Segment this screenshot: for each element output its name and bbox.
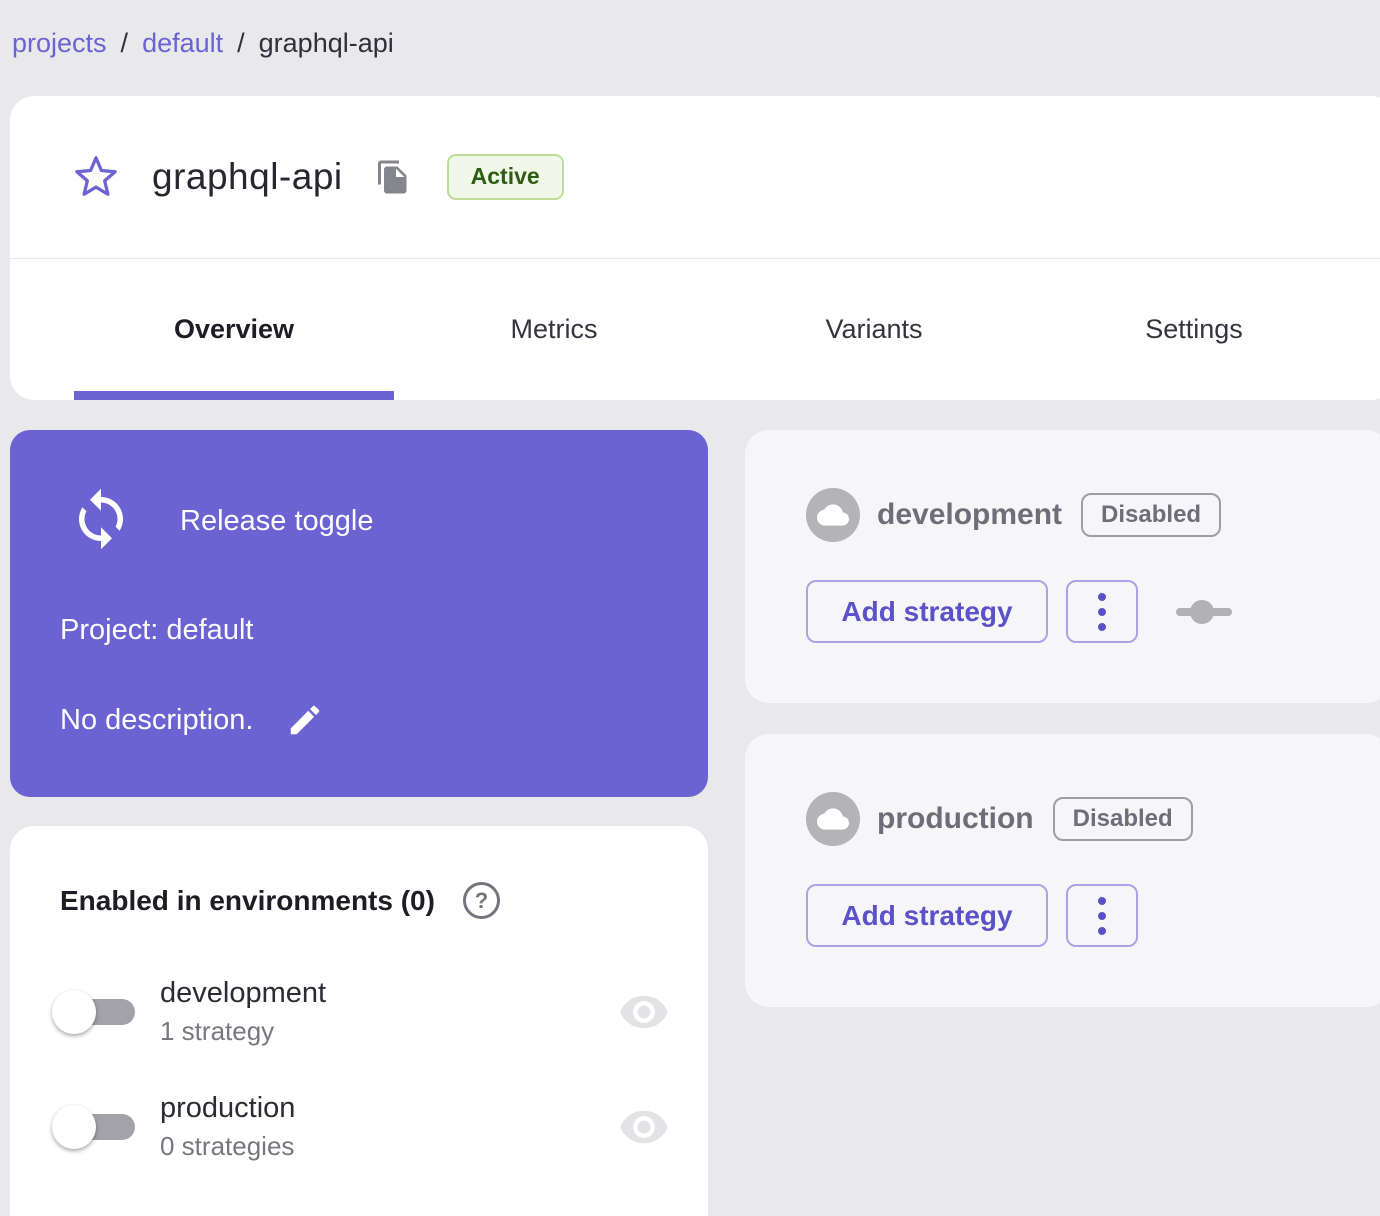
rollout-strategy-icon <box>1176 599 1232 625</box>
breadcrumb-separator: / <box>120 28 129 58</box>
kebab-dot <box>1098 622 1106 631</box>
kebab-menu-icon[interactable] <box>1066 884 1138 947</box>
status-badge: Active <box>446 154 564 200</box>
tab-label: Overview <box>173 314 295 344</box>
environment-name: development <box>877 498 1063 531</box>
environment-toggle-list: development 1 strategy production 0 stra… <box>52 974 670 1204</box>
feature-toggle-page: projects / default / graphql-api graphql… <box>0 0 1380 1216</box>
tab-metrics[interactable]: Metrics <box>394 259 714 400</box>
toggle-type-row: Release toggle <box>68 486 373 557</box>
environment-enable-toggle[interactable] <box>52 1103 138 1151</box>
visibility-eye-icon[interactable] <box>618 986 670 1038</box>
kebab-dot <box>1098 607 1106 616</box>
active-tab-indicator <box>74 391 394 400</box>
toggle-type-label: Release toggle <box>180 505 374 537</box>
panel-heading: Enabled in environments (0) <box>60 884 435 916</box>
environment-card-production: production Disabled Add strategy <box>745 734 1380 1007</box>
environment-labels: development 1 strategy <box>160 977 326 1047</box>
panel-heading-row: Enabled in environments (0) ? <box>60 882 500 919</box>
environment-toggle-row-development: development 1 strategy <box>52 974 670 1050</box>
release-toggle-loop-icon <box>68 486 134 557</box>
favorite-star-icon[interactable] <box>72 153 120 201</box>
tab-overview[interactable]: Overview <box>74 259 394 400</box>
enabled-environments-panel: Enabled in environments (0) ? developmen… <box>10 826 708 1216</box>
copy-icon[interactable] <box>373 157 413 197</box>
kebab-dot <box>1098 911 1106 920</box>
tab-label: Settings <box>1145 314 1243 344</box>
tab-bar: Overview Metrics Variants Settings <box>74 259 1354 400</box>
strategy-count: 0 strategies <box>160 1131 295 1161</box>
strategy-count: 1 strategy <box>160 1016 275 1046</box>
environment-card-actions: Add strategy <box>806 580 1380 643</box>
tab-label: Metrics <box>510 314 598 344</box>
cloud-icon <box>806 792 860 846</box>
environment-name: production <box>877 802 1034 835</box>
tab-label: Variants <box>825 314 923 344</box>
description-text: No description. <box>60 703 254 736</box>
breadcrumb: projects / default / graphql-api <box>12 28 394 59</box>
environment-name: production <box>160 1092 296 1124</box>
kebab-dot <box>1098 926 1106 935</box>
environment-status-chip: Disabled <box>1052 796 1193 842</box>
breadcrumb-link-projects[interactable]: projects <box>12 28 107 59</box>
title-row: graphql-api Active <box>10 96 1380 258</box>
cloud-icon <box>806 488 860 542</box>
question-circle-icon[interactable]: ? <box>462 882 500 919</box>
add-strategy-button[interactable]: Add strategy <box>806 580 1048 643</box>
environment-status-chip: Disabled <box>1081 492 1222 538</box>
tab-settings[interactable]: Settings <box>1034 259 1354 400</box>
breadcrumb-link-default[interactable]: default <box>142 28 223 59</box>
environment-labels: production 0 strategies <box>160 1092 295 1162</box>
project-label: Project: default <box>60 614 254 646</box>
environment-card-actions: Add strategy <box>806 884 1380 947</box>
kebab-dot <box>1098 592 1106 601</box>
tab-variants[interactable]: Variants <box>714 259 1034 400</box>
environment-card-header: development Disabled <box>806 488 1380 542</box>
environment-card-header: production Disabled <box>806 792 1380 846</box>
breadcrumb-current: graphql-api <box>258 28 394 58</box>
feature-summary-card: Release toggle Project: default No descr… <box>10 430 708 797</box>
edit-description-pencil-icon[interactable] <box>283 698 327 742</box>
add-strategy-button[interactable]: Add strategy <box>806 884 1048 947</box>
kebab-menu-icon[interactable] <box>1066 580 1138 643</box>
kebab-dot <box>1098 896 1106 905</box>
feature-header-card: graphql-api Active Overview Metrics Vari… <box>10 96 1380 400</box>
description-row: No description. <box>60 698 327 742</box>
environment-enable-toggle[interactable] <box>52 988 138 1036</box>
visibility-eye-icon[interactable] <box>618 1101 670 1153</box>
toggle-thumb <box>52 990 96 1034</box>
breadcrumb-separator: / <box>237 28 245 58</box>
toggle-thumb <box>52 1105 96 1149</box>
environment-toggle-row-production: production 0 strategies <box>52 1089 670 1165</box>
environment-name: development <box>160 977 327 1009</box>
environment-card-development: development Disabled Add strategy <box>745 430 1380 703</box>
page-title: graphql-api <box>152 156 343 197</box>
